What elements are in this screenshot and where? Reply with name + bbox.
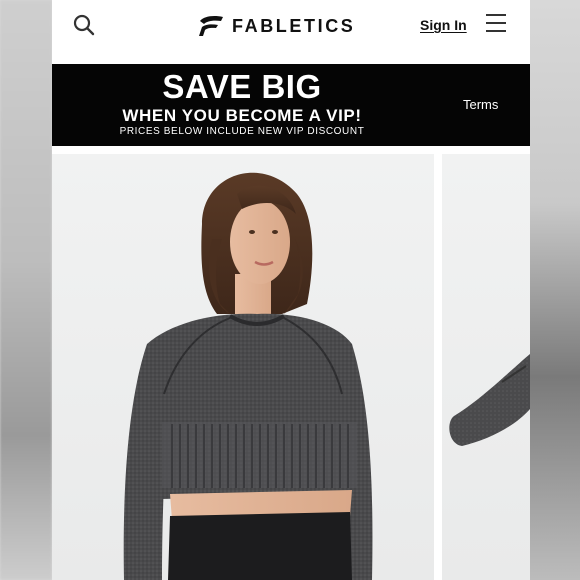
search-button[interactable] [72, 13, 96, 37]
product-photo-next[interactable] [442, 154, 530, 580]
model-wearing-top-image [123, 172, 373, 580]
promo-subheadline: WHEN YOU BECOME A VIP! [122, 106, 362, 125]
model-arm-image [449, 354, 530, 446]
fabletics-logo-icon [199, 16, 223, 36]
brand-name: FABLETICS [232, 15, 356, 36]
sign-in-link[interactable]: Sign In [420, 17, 467, 33]
vip-promo-banner[interactable]: SAVE BIG WHEN YOU BECOME A VIP! PRICES B… [52, 64, 530, 146]
site-header: FABLETICS Sign In [52, 0, 530, 64]
terms-link[interactable]: Terms [463, 97, 498, 112]
product-gallery[interactable] [52, 154, 530, 580]
brand-logo[interactable]: FABLETICS [198, 12, 355, 40]
mobile-page: FABLETICS Sign In SAVE BIG WHEN YOU BECO… [52, 0, 530, 580]
backdrop-left [0, 0, 52, 580]
product-photo-front[interactable] [52, 154, 434, 580]
search-icon [73, 14, 95, 36]
backdrop-right [528, 0, 580, 580]
menu-button[interactable] [486, 14, 506, 34]
promo-note: PRICES BELOW INCLUDE NEW VIP DISCOUNT [119, 126, 365, 137]
hamburger-menu-icon [486, 14, 506, 16]
promo-headline: SAVE BIG [162, 68, 322, 105]
